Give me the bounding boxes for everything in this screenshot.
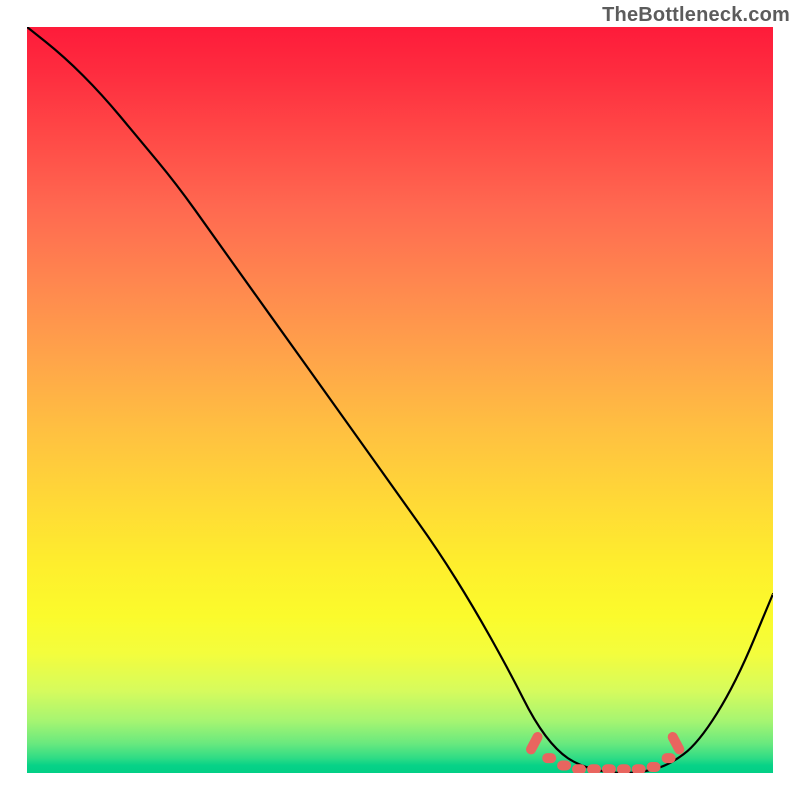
plateau-marker bbox=[602, 764, 616, 773]
plateau-marker bbox=[647, 762, 661, 772]
plot-area bbox=[27, 27, 773, 773]
plateau-marker bbox=[572, 764, 586, 773]
plateau-marker bbox=[557, 761, 571, 771]
plateau-marker bbox=[617, 764, 631, 773]
plateau-marker bbox=[662, 753, 676, 763]
plateau-marker bbox=[632, 764, 646, 773]
plateau-marker bbox=[542, 753, 556, 763]
plateau-end-tick bbox=[524, 730, 544, 756]
attribution-text: TheBottleneck.com bbox=[602, 4, 790, 27]
chart-overlay bbox=[27, 27, 773, 773]
chart-container: TheBottleneck.com bbox=[0, 0, 800, 800]
curve-line bbox=[27, 27, 773, 773]
plateau-marker bbox=[587, 764, 601, 773]
plateau-end-tick bbox=[666, 730, 686, 756]
